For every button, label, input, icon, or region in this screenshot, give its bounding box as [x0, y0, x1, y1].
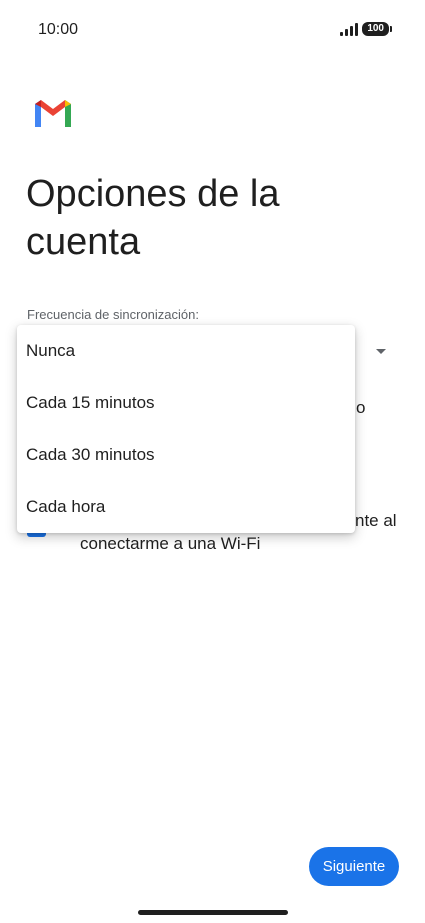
dropdown-arrow-icon[interactable] [376, 349, 386, 354]
page-title: Opciones de la cuenta [26, 173, 280, 263]
gmail-logo [27, 87, 79, 139]
home-indicator[interactable] [138, 910, 288, 915]
background-wifi-text-line2: conectarme a una Wi-Fi [80, 534, 261, 553]
sync-frequency-label: Frecuencia de sincronización: [27, 307, 199, 322]
next-button[interactable]: Siguiente [309, 847, 399, 886]
status-bar: 10:00 100 [0, 0, 425, 60]
menu-item-cada-hora[interactable]: Cada hora [17, 481, 355, 533]
sync-frequency-menu: Nunca Cada 15 minutos Cada 30 minutos Ca… [17, 325, 355, 533]
status-icons: 100 [340, 22, 392, 36]
status-time: 10:00 [38, 21, 79, 38]
menu-item-nunca[interactable]: Nunca [17, 325, 355, 377]
signal-icon [340, 22, 359, 36]
background-option-text: o [356, 398, 366, 417]
menu-item-cada-15-minutos[interactable]: Cada 15 minutos [17, 377, 355, 429]
background-wifi-text: nte al [355, 511, 397, 530]
menu-item-cada-30-minutos[interactable]: Cada 30 minutos [17, 429, 355, 481]
battery-icon: 100 [362, 22, 392, 36]
